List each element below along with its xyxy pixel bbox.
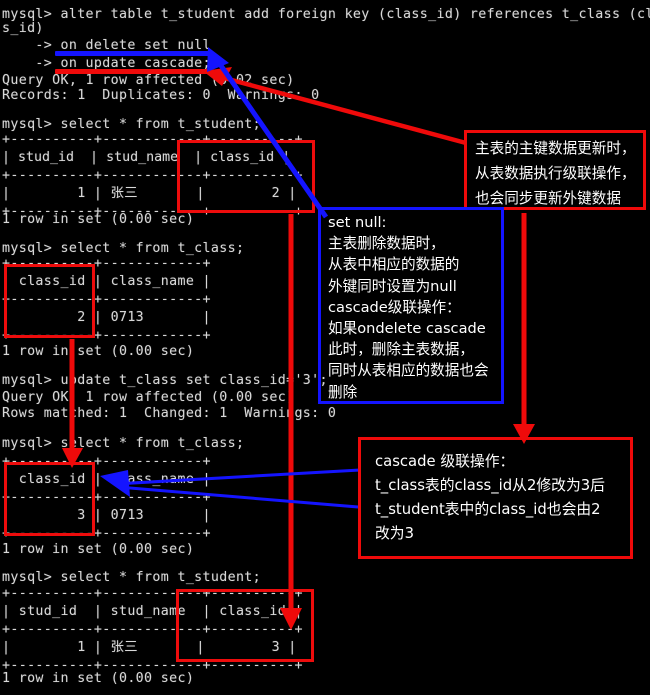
terminal-line: Query OK, 1 row affected (0.02 sec): [2, 73, 295, 88]
note-cascade-update-text: 主表的主键数据更新时， 从表数据执行级联操作， 也会同步更新外键数据: [475, 140, 636, 207]
terminal-line: 1 row in set (0.00 sec): [2, 212, 195, 227]
highlight-t-student-class-id-before: [177, 140, 315, 213]
on-update-cascade-underline: [55, 69, 209, 74]
terminal-line: Query OK, 1 row affected (0.00 sec): [2, 390, 295, 405]
highlight-t-student-class-id-after: [176, 589, 314, 662]
terminal-line: mysql> select * from t_student;: [2, 570, 262, 585]
terminal-line: 1 row in set (0.00 sec): [2, 344, 195, 359]
on-delete-set-null-underline: [55, 51, 209, 56]
terminal-line: mysql> select * from t_student;: [2, 117, 262, 132]
note-cascade-example-text: cascade 级联操作： t_class表的class_id从2修改为3后 t…: [375, 453, 605, 542]
highlight-t-class-class-id-after: [4, 462, 95, 536]
note-cascade-update: 主表的主键数据更新时， 从表数据执行级联操作， 也会同步更新外键数据: [464, 130, 646, 210]
terminal-line: mysql> select * from t_class;: [2, 241, 245, 256]
note-set-null-cascade-text: set null: 主表删除数据时， 从表中相应的数据的 外键同时设置为null…: [328, 214, 489, 401]
terminal-line: mysql> alter table t_student add foreign…: [2, 7, 650, 22]
terminal-line: Records: 1 Duplicates: 0 Warnings: 0: [2, 88, 320, 103]
terminal-line: 1 row in set (0.00 sec): [2, 671, 195, 686]
note-cascade-example: cascade 级联操作： t_class表的class_id从2修改为3后 t…: [358, 437, 633, 559]
highlight-t-class-class-id-before: [4, 264, 95, 338]
terminal-line: mysql> update t_class set class_id='3';: [2, 373, 328, 388]
terminal-line: 1 row in set (0.00 sec): [2, 542, 195, 557]
terminal-line: s_id): [2, 21, 44, 36]
terminal-window: mysql> alter table t_student add foreign…: [0, 0, 650, 695]
terminal-line: mysql> select * from t_class;: [2, 436, 245, 451]
note-set-null-cascade: set null: 主表删除数据时， 从表中相应的数据的 外键同时设置为null…: [318, 207, 504, 404]
terminal-line: Rows matched: 1 Changed: 1 Warnings: 0: [2, 406, 337, 421]
